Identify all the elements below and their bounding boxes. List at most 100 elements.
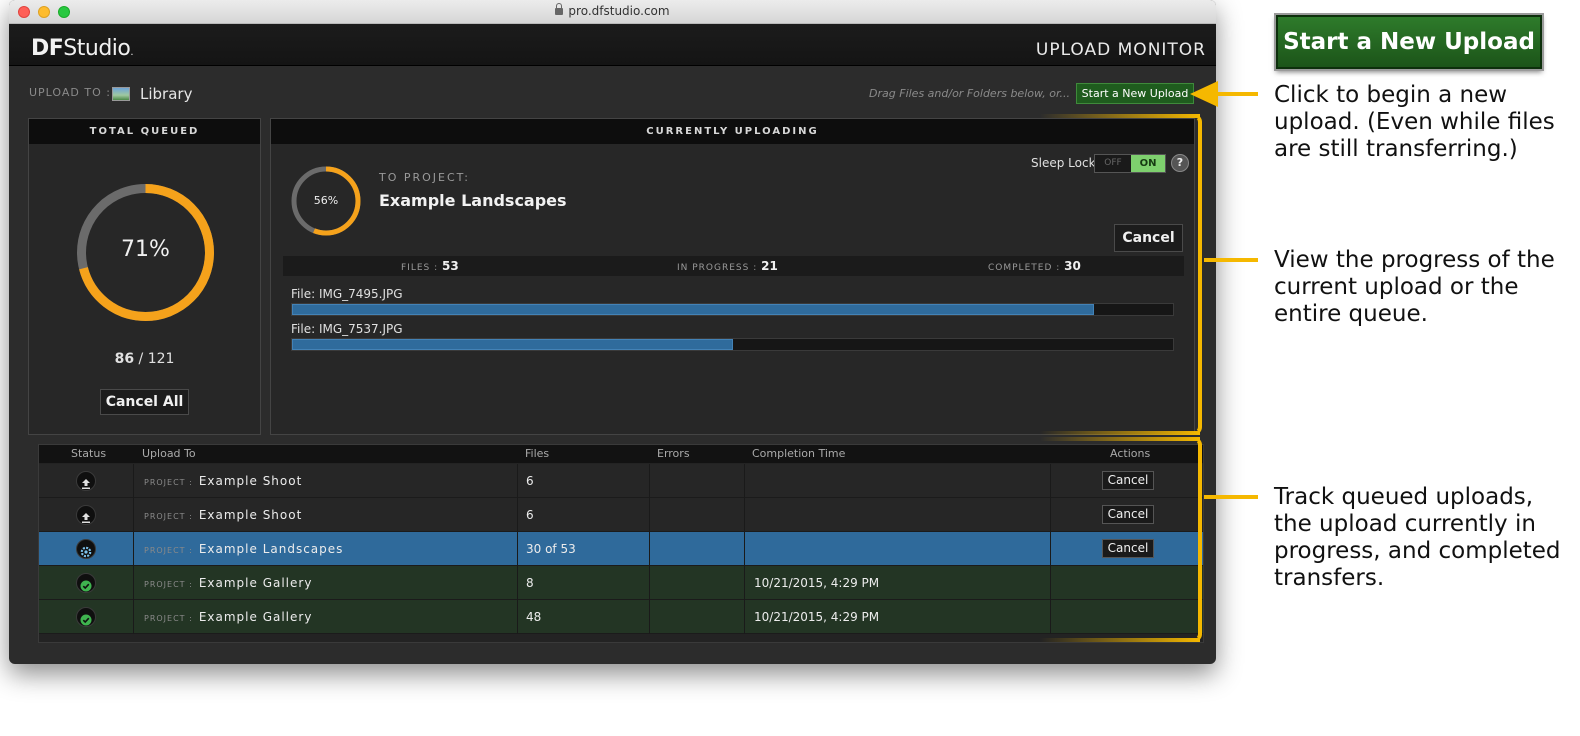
title-bar: pro.dfstudio.com (9, 0, 1216, 24)
completion-time-cell (745, 532, 1051, 566)
files-cell: 6 (518, 498, 650, 532)
upload-icon (76, 471, 96, 491)
project-prefix: PROJECT : (144, 614, 193, 623)
current-progress-ring: 56% (290, 165, 362, 237)
table-row[interactable]: PROJECT : Example Gallery 48 10/21/2015, … (39, 600, 1203, 634)
status-cell (39, 498, 134, 532)
to-project-label: TO PROJECT: (379, 171, 470, 184)
project-name: Example Gallery (198, 576, 313, 590)
callout-bracket-3-top (1040, 437, 1200, 441)
page-title: UPLOAD MONITOR (1035, 40, 1206, 60)
image-icon (112, 87, 130, 101)
app-header: DFStudio. UPLOAD MONITOR (9, 24, 1216, 66)
files-cell: 48 (518, 600, 650, 634)
cancel-all-button[interactable]: Cancel All (100, 389, 189, 415)
upload-to-cell: PROJECT : Example Landscapes (134, 532, 518, 566)
upload-to-label: UPLOAD TO : (29, 86, 111, 99)
table-row[interactable]: PROJECT : Example Shoot 6 Cancel (39, 464, 1203, 498)
logo-df: DF (31, 36, 64, 61)
files-total: 121 (147, 351, 175, 367)
upload-destination[interactable]: Library (140, 85, 192, 103)
check-circle-icon (76, 607, 96, 627)
completion-time-cell: 10/21/2015, 4:29 PM (745, 566, 1051, 600)
current-percent: 56% (313, 194, 339, 207)
upload-to-cell: PROJECT : Example Shoot (134, 498, 518, 532)
files-done: 86 (114, 351, 135, 367)
count-separator: / (138, 351, 144, 367)
table-header: Status Upload To Files Errors Completion… (39, 445, 1203, 463)
total-queued-title: TOTAL QUEUED (29, 119, 260, 144)
callout-text-1: Click to begin a new upload. (Even while… (1274, 82, 1555, 162)
project-prefix: PROJECT : (144, 478, 193, 487)
file-name-2: File: IMG_7537.JPG (291, 322, 403, 336)
total-progress-ring: 71% (74, 181, 217, 324)
errors-cell (650, 498, 745, 532)
current-project-name: Example Landscapes (379, 191, 567, 210)
callout-connector-3 (1204, 495, 1258, 499)
status-cell (39, 566, 134, 600)
errors-cell (650, 532, 745, 566)
table-row[interactable]: PROJECT : Example Shoot 6 Cancel (39, 498, 1203, 532)
column-completion-time: Completion Time (752, 447, 846, 460)
callout-text-2: View the progress of the current upload … (1274, 247, 1555, 327)
upload-to-cell: PROJECT : Example Gallery (134, 600, 518, 634)
column-files: Files (525, 447, 550, 460)
upload-icon (76, 505, 96, 525)
callout-connector-1 (1216, 92, 1258, 96)
table-row[interactable]: PROJECT : Example Landscapes 30 of 53 Can… (39, 532, 1203, 566)
start-new-upload-button[interactable]: Start a New Upload (1076, 83, 1194, 104)
annotated-screenshot: pro.dfstudio.com DFStudio. UPLOAD MONITO… (0, 0, 1580, 736)
project-name: Example Shoot (198, 474, 303, 488)
column-upload-to: Upload To (142, 447, 196, 460)
file-name-1: File: IMG_7495.JPG (291, 287, 403, 301)
logo-studio: Studio (63, 36, 131, 61)
column-errors: Errors (657, 447, 690, 460)
files-stat-value: 53 (442, 259, 459, 273)
upload-to-cell: PROJECT : Example Shoot (134, 464, 518, 498)
total-counts: 86 / 121 (29, 351, 260, 367)
in-progress-stat-label: IN PROGRESS : (677, 263, 758, 273)
files-stat-label: FILES : (401, 263, 439, 273)
project-prefix: PROJECT : (144, 512, 193, 521)
browser-window: pro.dfstudio.com DFStudio. UPLOAD MONITO… (9, 0, 1216, 664)
files-cell: 30 of 53 (518, 532, 650, 566)
status-cell (39, 532, 134, 566)
logo-mark: . (130, 47, 134, 58)
start-new-upload-callout-button[interactable]: Start a New Upload (1276, 15, 1542, 69)
status-cell (39, 464, 134, 498)
in-progress-stat: IN PROGRESS : 21 (677, 259, 778, 273)
callout-bracket-2 (1040, 114, 1202, 435)
lock-icon (555, 3, 564, 15)
dfstudio-logo[interactable]: DFStudio. (31, 36, 134, 61)
check-circle-icon (76, 573, 96, 593)
completion-time-cell (745, 464, 1051, 498)
files-cell: 6 (518, 464, 650, 498)
callout-bracket-3 (1040, 437, 1202, 642)
callout-bracket-3-bottom (1040, 638, 1200, 642)
upload-to-cell: PROJECT : Example Gallery (134, 566, 518, 600)
file-progress-fill-2 (292, 339, 733, 350)
project-prefix: PROJECT : (144, 546, 193, 555)
project-name: Example Landscapes (198, 542, 344, 556)
errors-cell (650, 566, 745, 600)
total-percent: 71% (121, 237, 170, 262)
file-progress-fill-1 (292, 304, 1094, 315)
callout-bracket-2-bottom (1040, 431, 1200, 435)
drag-hint: Drag Files and/or Folders below, or... (869, 87, 1070, 100)
address-bar[interactable]: pro.dfstudio.com (9, 3, 1216, 18)
callout-bracket-2-top (1040, 114, 1200, 118)
callout-connector-2 (1204, 258, 1258, 262)
total-queued-panel: TOTAL QUEUED 71% 86 / 121 Cancel All (28, 118, 261, 435)
in-progress-stat-value: 21 (761, 259, 778, 273)
files-stat: FILES : 53 (401, 259, 459, 273)
column-status: Status (71, 447, 107, 460)
project-prefix: PROJECT : (144, 580, 193, 589)
callout-text-3: Track queued uploads, the upload current… (1274, 484, 1561, 591)
project-name: Example Shoot (198, 508, 303, 522)
table-row[interactable]: PROJECT : Example Gallery 8 10/21/2015, 4… (39, 566, 1203, 600)
gear-icon (76, 539, 96, 559)
project-name: Example Gallery (198, 610, 313, 624)
errors-cell (650, 464, 745, 498)
callout-arrow-icon (1190, 81, 1218, 107)
completion-time-cell: 10/21/2015, 4:29 PM (745, 600, 1051, 634)
